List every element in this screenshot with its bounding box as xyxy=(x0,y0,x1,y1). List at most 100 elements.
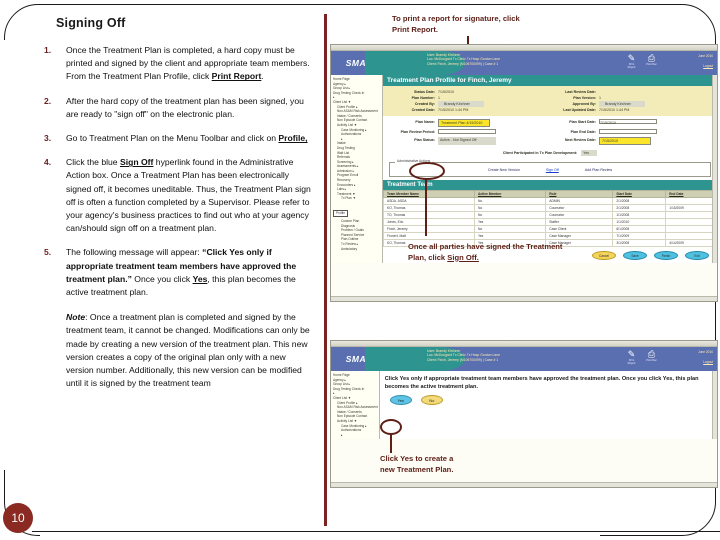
steps-list: 1. Once the Treatment Plan is completed, … xyxy=(44,44,314,299)
create-new-version-link[interactable]: Create New Version xyxy=(488,168,520,172)
exit-button[interactable]: Exit xyxy=(685,251,709,260)
table-row[interactable]: TO, Thomas No Counselor 1/1/2008 xyxy=(383,211,717,219)
app-toolbar-icons-bottom[interactable]: ✎ Print Report ⎙ Print Doc xyxy=(626,349,657,365)
step-text: Once the Treatment Plan is completed, a … xyxy=(66,45,310,82)
app-sidebar-nav-bottom[interactable]: Home Page Agency ▸ Group List ▸ Drug Testin… xyxy=(331,371,380,440)
callout-print-report: To print a report for signature, click P… xyxy=(392,14,520,35)
field-label: Plan Name: xyxy=(415,120,435,124)
callout-print-report-line1: To print a report for signature, click xyxy=(392,14,520,23)
table-cell: Counselor xyxy=(545,211,614,219)
table-cell: No xyxy=(473,211,547,219)
column-header[interactable]: End Date xyxy=(665,190,717,198)
plan-detail-panel: Plan Name: Treatment Plan 4/19/2010 Plan S… xyxy=(383,116,717,150)
treatment-team-title: Treatment Team xyxy=(383,180,717,190)
callout-sign-off-link: Sign Off. xyxy=(447,252,479,262)
field-input[interactable]: Active - Not Signed Off xyxy=(438,137,496,145)
callout-sign-off-line2: Plan, click Sign Off. xyxy=(408,253,562,264)
column-header[interactable]: Role xyxy=(545,190,614,198)
nav-item[interactable]: Tx Plan ▼ xyxy=(333,196,381,201)
logout-link-bottom[interactable]: Logout xyxy=(698,360,713,364)
table-row[interactable]: Jones, Eric Yes Staffer 1/1/2010 xyxy=(383,218,717,226)
table-row[interactable]: ASDA, ASDA No ADMIN 2/1/2008 xyxy=(383,197,717,205)
table-cell: ASDA, ASDA xyxy=(383,197,475,205)
print-doc-icon-bottom[interactable]: ⎙ Print Doc xyxy=(646,349,657,365)
step-text: Click the blue Sign Off hyperlink found … xyxy=(66,157,311,234)
table-cell: Case Manager xyxy=(545,232,614,240)
table-cell: 1/15/2009 xyxy=(665,204,717,212)
app-body-top: Home Page Agency ▸ Group List ▸ Drug Testin… xyxy=(331,75,717,263)
nav-item[interactable]: Profile xyxy=(333,210,349,217)
table-row[interactable]: Fronert, Matt Yes Case Manager 7/1/2009 xyxy=(383,232,717,240)
column-header[interactable]: Active Member xyxy=(473,190,547,198)
step-item: 4. Click the blue Sign Off hyperlink foun… xyxy=(44,156,314,235)
step-text: The following message will appear: “Clic… xyxy=(66,247,297,298)
field-label: Last Updated Date: xyxy=(563,108,596,112)
callout-sign-off: Once all parties have signed the Treatme… xyxy=(408,242,562,263)
field-label: Plan Status: xyxy=(414,138,435,142)
column-header[interactable]: Team Member Name xyxy=(383,190,475,198)
table-cell: Yes xyxy=(473,232,547,240)
field-input[interactable] xyxy=(438,129,496,134)
field-input[interactable]: 7/15/2010 xyxy=(599,119,657,125)
field-row: Plan Status: Active - Not Signed Off Next … xyxy=(389,137,711,145)
field-value: 7/15/2010 1:44 PM xyxy=(599,108,630,112)
vertical-divider xyxy=(324,14,327,526)
step-item: 5. The following message will appear: “Cl… xyxy=(44,246,314,299)
step-number: 2. xyxy=(44,95,52,106)
app-user-info-top: User: Brandy Kirchner Loc: McDougard Tx … xyxy=(427,53,500,66)
app-sidebar-nav-top[interactable]: Home Page Agency ▸ Group List ▸ Drug Testin… xyxy=(331,75,383,263)
field-row: Plan Review Period: Plan End Date: xyxy=(389,129,711,135)
table-cell: Finch, Jeremy xyxy=(383,225,475,233)
table-cell: 3/1/2008 xyxy=(612,239,667,247)
callout-sign-off-line1: Once all parties have signed the Treatme… xyxy=(408,242,563,251)
confirmation-buttons[interactable]: Yes No xyxy=(380,393,717,409)
print-doc-glyph-bottom: ⎙ xyxy=(647,349,656,359)
step-item: 3. Go to Treatment Plan on the Menu Toolb… xyxy=(44,132,314,145)
yes-button[interactable]: Yes xyxy=(389,395,412,405)
add-plan-review-link[interactable]: Add Plan Review xyxy=(585,168,612,172)
field-input[interactable]: Treatment Plan 4/19/2010 xyxy=(438,119,490,127)
table-cell xyxy=(665,232,717,240)
table-cell: Counselor xyxy=(545,204,614,212)
table-cell: Case Client xyxy=(545,225,614,233)
app-scrollbar-vertical-bottom[interactable] xyxy=(712,371,717,440)
nav-item[interactable]: ▸ xyxy=(333,433,378,438)
finish-button[interactable]: Finish xyxy=(654,251,678,260)
no-button[interactable]: No xyxy=(420,395,443,405)
table-cell: Staffer xyxy=(545,218,614,226)
app-toolbar-icons-top[interactable]: ✎ Print Report ⎙ Print Doc xyxy=(626,53,657,69)
table-cell xyxy=(665,225,717,233)
app-scrollbar-horizontal-bottom[interactable] xyxy=(331,482,717,487)
sign-off-link[interactable]: Sign Off xyxy=(546,168,559,172)
table-cell: 1/1/2008 xyxy=(612,211,667,219)
print-report-icon[interactable]: ✎ Print Report xyxy=(626,53,637,69)
logout-link-top[interactable]: Logout xyxy=(698,64,713,68)
table-cell xyxy=(665,197,717,205)
leader-line-sign-off xyxy=(425,178,427,236)
page-title: Signing Off xyxy=(56,16,126,30)
field-label: Next Review Date: xyxy=(564,138,596,142)
print-report-icon-bottom[interactable]: ✎ Print Report xyxy=(626,349,637,365)
consumer-participation-value[interactable]: Yes xyxy=(581,150,598,156)
step-number: 1. xyxy=(44,45,52,55)
highlight-ellipse-sign-off xyxy=(409,162,445,180)
table-row[interactable]: Finch, Jeremy No Case Client 6/1/2008 xyxy=(383,225,717,233)
app-scrollbar-horizontal-top[interactable] xyxy=(331,296,717,301)
field-input[interactable]: 7/15/2010 xyxy=(599,137,651,145)
app-user-line-3-bottom: Client: Finch, Jeremy (M106700099) | Cas… xyxy=(427,357,499,362)
table-cell: ADMIN xyxy=(545,197,614,205)
table-cell: KO, Thomas xyxy=(383,204,475,212)
save-button[interactable]: Save xyxy=(623,251,647,260)
field-input[interactable] xyxy=(599,129,657,134)
table-row[interactable]: KO, Thomas No Counselor 2/1/2008 1/15/2009 xyxy=(383,204,717,212)
treatment-team-table: Team Member Name Active Member Role Start D… xyxy=(383,190,717,247)
nav-item[interactable]: Ambulatory xyxy=(333,247,381,252)
callout-print-report-line2: Print Report. xyxy=(392,24,438,34)
treatment-team-header-row: Team Member Name Active Member Role Start D… xyxy=(383,190,717,198)
cancel-button[interactable]: Cancel xyxy=(592,251,616,260)
step-number: 5. xyxy=(44,247,52,258)
print-doc-icon[interactable]: ⎙ Print Doc xyxy=(646,53,657,69)
column-header[interactable]: Start Date xyxy=(612,190,667,198)
app-scrollbar-vertical-top[interactable] xyxy=(712,75,717,263)
app-page-title: Treatment Plan Profile for Finch, Jeremy xyxy=(383,75,717,86)
